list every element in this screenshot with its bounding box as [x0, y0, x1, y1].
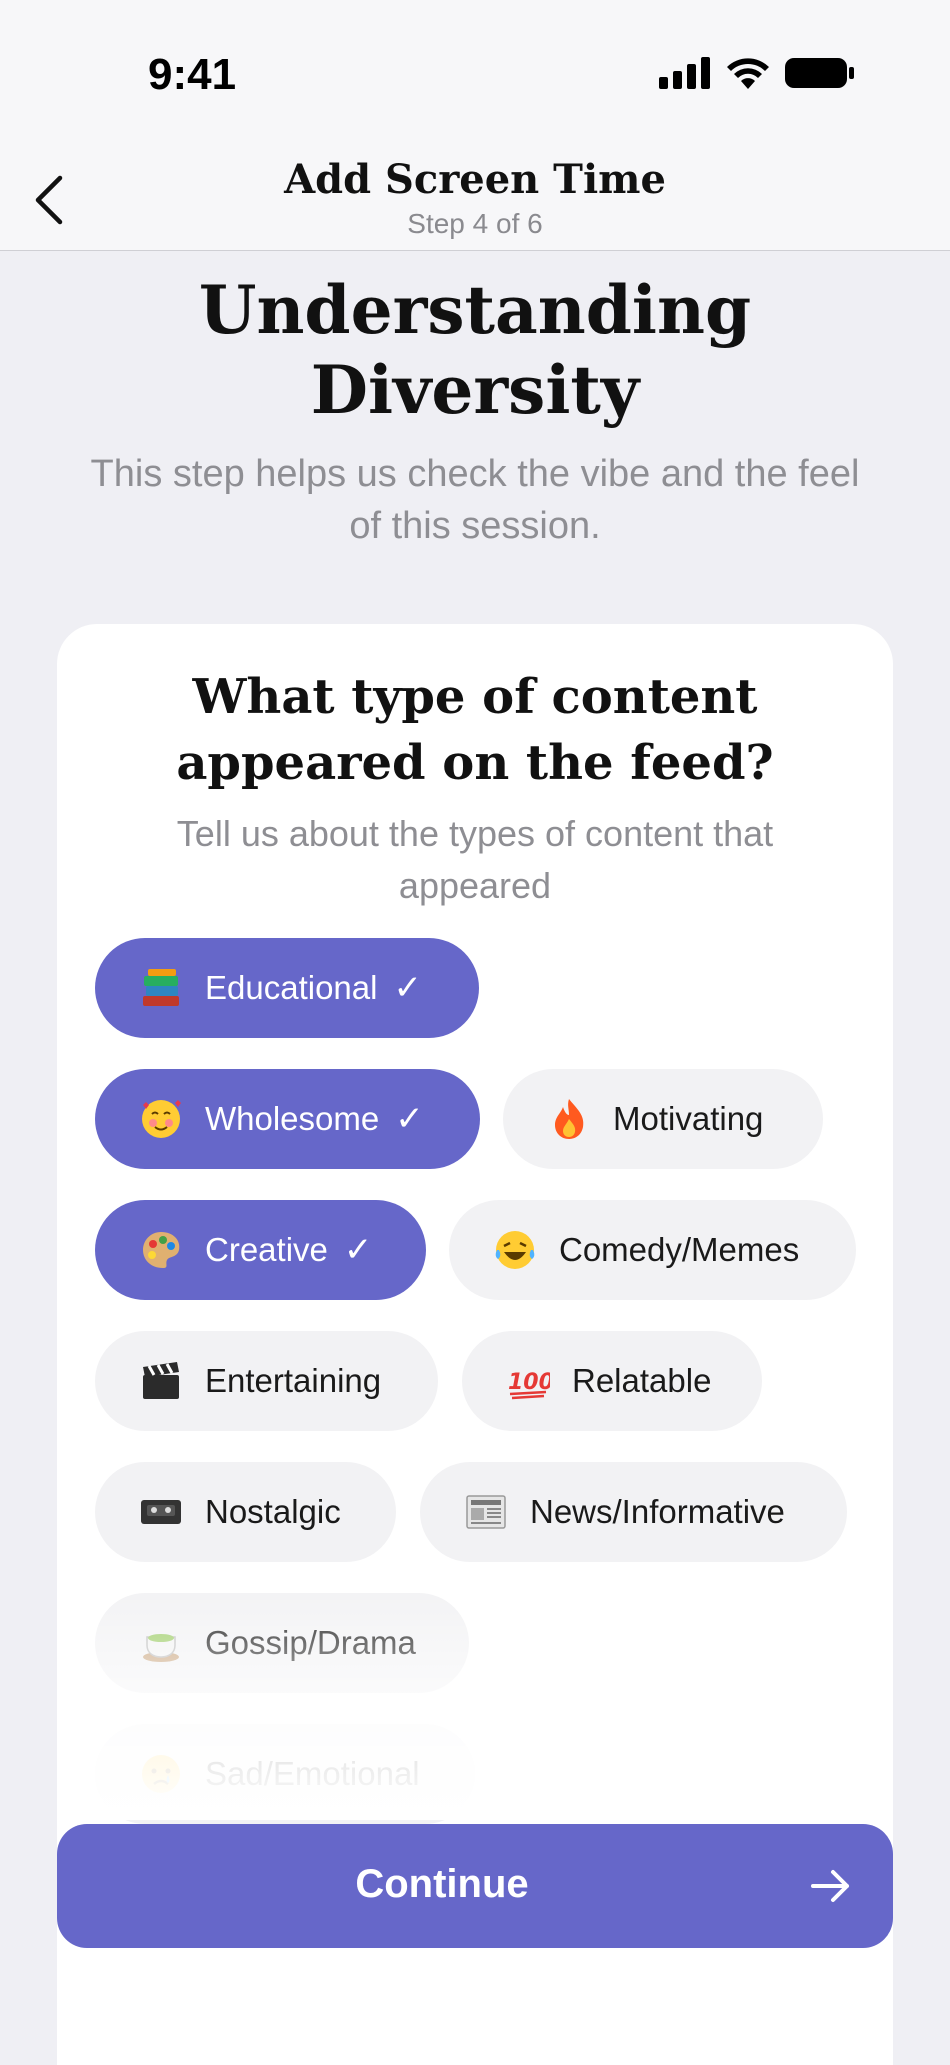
chip-label: Nostalgic: [205, 1493, 341, 1530]
battery-icon: [785, 58, 854, 88]
books-icon: [139, 966, 183, 1010]
clapper-board-icon: [139, 1359, 183, 1403]
status-bar: 9:41: [0, 0, 950, 150]
question-title: What type of content appeared on the fee…: [57, 664, 893, 796]
chip-educational[interactable]: Educational ✓: [95, 938, 479, 1038]
chip-gossip-drama[interactable]: Gossip/Drama: [95, 1593, 469, 1693]
palette-icon: [139, 1228, 183, 1272]
continue-button[interactable]: Continue: [57, 1824, 893, 1948]
chip-label: News/Informative: [530, 1493, 785, 1530]
chip-label: Educational: [205, 969, 378, 1006]
page-title-line-2: Diversity: [310, 351, 640, 429]
checkmark-icon: ✓: [343, 1231, 373, 1269]
chip-label: Sad/Emotional: [205, 1755, 420, 1792]
page-title: Understanding Diversity: [0, 270, 950, 430]
nav-title: Add Screen Time: [284, 156, 666, 203]
navigation-bar: Add Screen Time Step 4 of 6: [0, 150, 950, 251]
continue-label: Continue: [355, 1862, 529, 1906]
chip-label: Motivating: [613, 1100, 764, 1137]
chip-creative[interactable]: Creative ✓: [95, 1200, 426, 1300]
videocassette-icon: [139, 1490, 183, 1534]
chip-label: Creative: [205, 1231, 328, 1268]
step-indicator: Step 4 of 6: [407, 208, 543, 239]
tea-cup-icon: [139, 1621, 183, 1665]
cellular-signal-icon: [659, 57, 710, 89]
chip-label: Relatable: [572, 1362, 712, 1399]
newspaper-icon: [464, 1490, 508, 1534]
chip-nostalgic[interactable]: Nostalgic: [95, 1462, 396, 1562]
hundred-points-icon: 100: [506, 1359, 550, 1403]
page-title-line-1: Understanding: [198, 271, 752, 349]
status-time: 9:41: [148, 50, 237, 99]
wifi-icon: [727, 58, 769, 89]
arrow-right-icon: [811, 1870, 849, 1902]
laughing-tears-icon: [493, 1228, 537, 1272]
question-subtitle: Tell us about the types of content that …: [176, 813, 774, 906]
chip-news-informative[interactable]: News/Informative: [420, 1462, 847, 1562]
chip-label: Gossip/Drama: [205, 1624, 416, 1661]
status-icons: [659, 56, 855, 90]
question-title-line-2: appeared on the feed?: [176, 735, 774, 791]
smiling-hearts-icon: [139, 1097, 183, 1141]
question-title-line-1: What type of content: [192, 669, 758, 725]
chip-comedy-memes[interactable]: Comedy/Memes: [449, 1200, 856, 1300]
chip-relatable[interactable]: 100 Relatable: [462, 1331, 762, 1431]
chip-label: Entertaining: [205, 1362, 382, 1399]
chip-sad-emotional[interactable]: Sad/Emotional: [95, 1724, 475, 1824]
chip-label: Comedy/Memes: [559, 1231, 800, 1268]
page-subtitle: This step helps us check the vibe and th…: [90, 453, 860, 547]
checkmark-icon: ✓: [395, 1100, 424, 1138]
checkmark-icon: ✓: [393, 969, 422, 1007]
fire-icon: [547, 1097, 591, 1141]
chip-entertaining[interactable]: Entertaining: [95, 1331, 438, 1431]
chip-motivating[interactable]: Motivating: [503, 1069, 823, 1169]
crying-face-icon: [139, 1752, 183, 1796]
chip-wholesome[interactable]: Wholesome ✓: [95, 1069, 480, 1169]
chip-label: Wholesome: [205, 1100, 380, 1137]
